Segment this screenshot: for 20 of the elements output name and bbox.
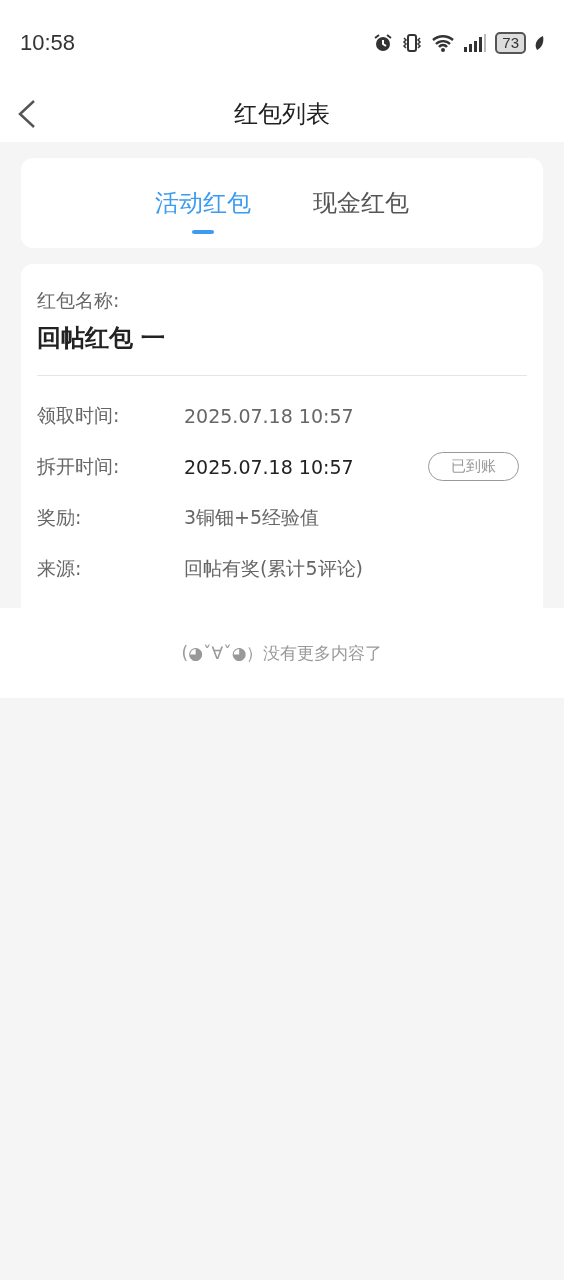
field-value: 回帖有奖(累计5评论) bbox=[184, 555, 364, 581]
field-label: 拆开时间: bbox=[37, 453, 121, 479]
end-of-list-text: (◕ˇ∀ˇ◕）没有更多内容了 bbox=[181, 641, 383, 665]
alarm-icon bbox=[373, 32, 394, 53]
leaf-icon bbox=[534, 34, 544, 51]
field-label: 来源: bbox=[37, 555, 83, 581]
signal-icon bbox=[463, 32, 488, 53]
page-title: 红包列表 bbox=[234, 98, 330, 130]
vibrate-icon bbox=[401, 32, 424, 53]
field-value: 3铜钿+5经验值 bbox=[184, 504, 321, 530]
field-label: 领取时间: bbox=[37, 402, 121, 428]
wifi-icon bbox=[431, 32, 456, 53]
battery-indicator: 73 bbox=[495, 31, 526, 54]
clock: 10:58 bbox=[20, 29, 76, 56]
field-label: 红包名称: bbox=[37, 288, 121, 313]
field-label: 奖励: bbox=[37, 504, 83, 530]
field-value: 2025.07.18 10:57 bbox=[184, 404, 355, 427]
field-value: 2025.07.18 10:57 bbox=[184, 455, 355, 478]
packet-name: 回帖红包 一 bbox=[37, 323, 167, 354]
tab[interactable]: 现金红包 bbox=[313, 158, 409, 248]
